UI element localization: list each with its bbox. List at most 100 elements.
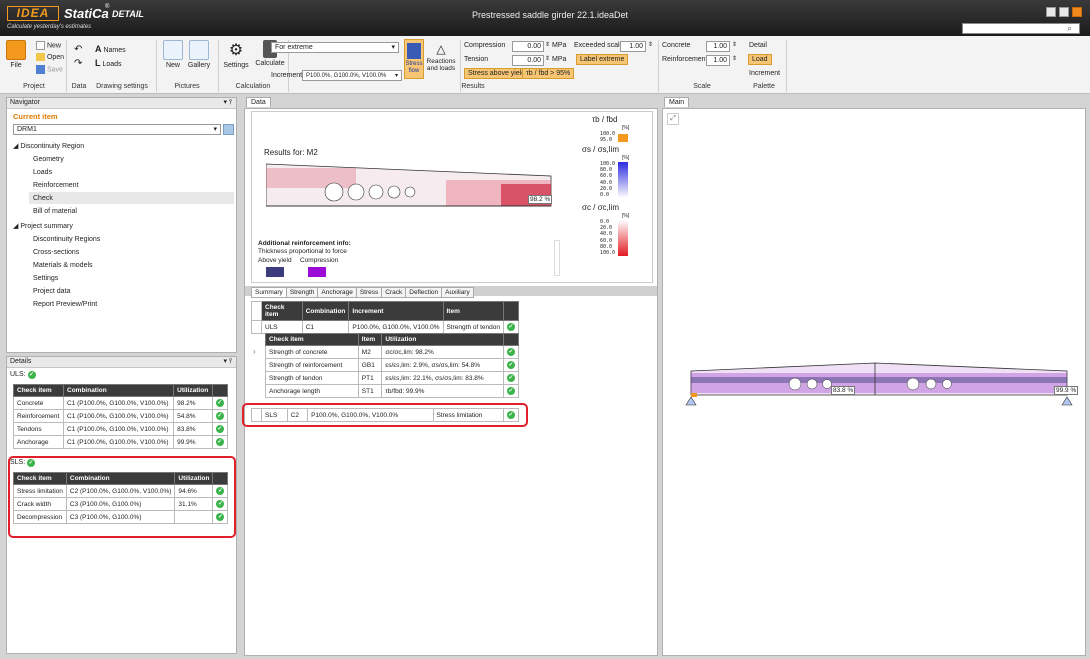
table-row[interactable]: Strength of tendon PT1 εs/εs,lim: 22.1%, σ… xyxy=(265,371,519,385)
compression-spinner[interactable]: ⇕ xyxy=(545,41,550,48)
expand-chevron-icon[interactable]: › xyxy=(253,347,256,356)
redo-icon[interactable]: ↷ xyxy=(74,58,82,69)
compression-unit: MPa xyxy=(552,42,567,49)
tab-strength[interactable]: Strength xyxy=(285,287,319,298)
reinforcement-scale-input[interactable]: 1.00 xyxy=(706,55,730,66)
check-icon: ✓ xyxy=(507,374,515,382)
new-button[interactable]: New xyxy=(36,41,61,50)
table-row[interactable]: Tendons C1 (P100.0%, G100.0%, V100.0%) 83.… xyxy=(13,422,229,436)
extreme-value-label: 98.2 % xyxy=(528,195,553,204)
tab-anchorage[interactable]: Anchorage xyxy=(317,287,357,298)
load-button[interactable]: Load xyxy=(748,54,772,65)
undo-icon[interactable]: ↶ xyxy=(74,44,82,55)
table-row[interactable]: Strength of reinforcement GB1 εs/εs,lim: 2… xyxy=(265,358,519,372)
nav-item-settings[interactable]: Settings xyxy=(33,275,58,282)
sls-highlight-frame xyxy=(8,456,236,538)
file-button[interactable]: File xyxy=(6,40,26,69)
pin-icon[interactable]: ▾ ⫯ xyxy=(223,357,236,367)
reinforcement-spinner[interactable]: ⇕ xyxy=(732,55,737,62)
results-subtabs: Summary Strength Anchorage Stress Crack Defle… xyxy=(251,287,474,298)
names-label: Names xyxy=(103,47,126,54)
reinforcement-scale-label: Reinforcement xyxy=(662,56,708,63)
table-row[interactable]: Strength of concrete M2 σc/σc,lim: 98.2% ✓ xyxy=(265,345,519,359)
nav-item-check[interactable]: Check xyxy=(33,195,53,202)
extreme-select[interactable]: For extreme ▾ xyxy=(271,42,399,53)
stress-flow-icon xyxy=(407,43,421,59)
tension-input[interactable]: 0.00 xyxy=(512,55,544,66)
tab-deflection[interactable]: Deflection xyxy=(405,287,443,298)
new-icon xyxy=(36,41,45,50)
new-picture-button[interactable]: New xyxy=(162,40,184,69)
new-picture-label: New xyxy=(165,62,180,69)
exceeded-scale-spinner[interactable]: ⇕ xyxy=(648,41,653,48)
zoom-extents-icon[interactable]: ⤢ xyxy=(667,113,679,125)
table-row[interactable]: Reinforcement C1 (P100.0%, G100.0%, V100.… xyxy=(13,409,229,423)
tab-crack[interactable]: Crack xyxy=(381,287,407,298)
increment-select[interactable]: P100.0%, G100.0%, V100.0% ▾ xyxy=(302,70,402,81)
legend-tb-ticks: 100.0 95.0 xyxy=(600,131,616,143)
minimize-button[interactable] xyxy=(1046,7,1056,17)
nav-item-loads[interactable]: Loads xyxy=(33,169,52,176)
group-results-label: Results xyxy=(461,83,485,90)
table-row[interactable]: Anchorage C1 (P100.0%, G100.0%, V100.0%) 9… xyxy=(13,435,229,449)
loads-button[interactable]: L Loads xyxy=(95,58,122,68)
open-button[interactable]: Open xyxy=(36,53,64,61)
navigator-title: Navigator xyxy=(10,99,40,106)
details-panel: Details ▾ ⫯ ULS: ✓ Check item Combination U… xyxy=(6,356,237,654)
nav-item-materials[interactable]: Materials & models xyxy=(33,262,93,269)
table-row[interactable]: ULS C1 P100.0%, G100.0%, V100.0% Strength o… xyxy=(251,320,519,334)
check-icon: ✓ xyxy=(215,425,224,433)
tension-spinner[interactable]: ⇕ xyxy=(545,55,550,62)
nav-item-discontinuity-regions[interactable]: Discontinuity Regions xyxy=(33,236,100,243)
tab-stress[interactable]: Stress xyxy=(355,287,383,298)
concrete-spinner[interactable]: ⇕ xyxy=(732,41,737,48)
nav-item-reinforcement[interactable]: Reinforcement xyxy=(33,182,79,189)
pin-icon[interactable]: ▾ ⫯ xyxy=(223,98,236,108)
tab-data[interactable]: Data xyxy=(246,97,271,107)
tab-main[interactable]: Main xyxy=(664,97,690,107)
gallery-button[interactable]: Gallery xyxy=(186,40,212,69)
navigator-header: Navigator ▾ ⫯ xyxy=(7,98,236,109)
label-extreme-button[interactable]: Label extreme xyxy=(576,54,629,65)
nav-section-discontinuity[interactable]: ◢ Discontinuity Region xyxy=(13,142,84,150)
save-button[interactable]: Save xyxy=(36,65,63,74)
add-icon[interactable] xyxy=(223,124,234,135)
table-row[interactable]: Concrete C1 (P100.0%, G100.0%, V100.0%) 98… xyxy=(13,396,229,410)
close-button[interactable] xyxy=(1072,7,1082,17)
reactions-button[interactable]: △ Reactions and loads xyxy=(426,40,456,72)
names-button[interactable]: A Names xyxy=(95,44,126,54)
stress-above-yield-button[interactable]: Stress above yield xyxy=(464,68,530,79)
detail-button[interactable]: Detail xyxy=(749,42,767,49)
nav-item-bill-of-material[interactable]: Bill of material xyxy=(33,208,77,215)
nav-item-cross-sections[interactable]: Cross-sections xyxy=(33,249,79,256)
legend-concrete-title: σc / σc,lim xyxy=(582,203,619,212)
document-title: Prestressed saddle girder 22.1.ideaDet xyxy=(471,10,629,20)
tension-unit: MPa xyxy=(552,56,567,63)
nav-section-project-summary[interactable]: ◢ Project summary xyxy=(13,222,73,230)
table-row[interactable]: Anchorage length ST1 τb/fbd: 99.9% ✓ xyxy=(265,384,519,398)
group-drawing-label: Drawing settings xyxy=(96,83,148,90)
open-folder-icon xyxy=(36,53,45,61)
uls-detail-table: Check item Item Utilization Strength of co… xyxy=(265,333,519,398)
stress-flow-button[interactable]: Stress flow xyxy=(404,39,424,79)
increment-button[interactable]: Increment xyxy=(749,70,780,77)
legend-concrete-unit: [%] xyxy=(622,213,630,219)
nav-item-report[interactable]: Report Preview/Print xyxy=(33,301,97,308)
maximize-button[interactable] xyxy=(1059,7,1069,17)
additional-info-subtitle: Thickness proportional to force xyxy=(258,248,347,255)
compression-input[interactable]: 0.00 xyxy=(512,41,544,52)
nav-item-geometry[interactable]: Geometry xyxy=(33,156,64,163)
gallery-icon xyxy=(189,40,209,60)
search-icon[interactable]: ⌕ xyxy=(1067,23,1072,34)
current-item-select[interactable]: DRM1 ▾ xyxy=(13,124,221,135)
app-logo: IDEA xyxy=(7,6,59,21)
picture-scrollbar[interactable] xyxy=(554,240,560,276)
settings-button[interactable]: ⚙ Settings xyxy=(220,40,252,69)
tb-fbd-button[interactable]: τb / fbd > 95% xyxy=(522,68,575,79)
exceeded-scale-input[interactable]: 1.00 xyxy=(620,41,646,52)
tab-auxiliary[interactable]: Auxiliary xyxy=(441,287,474,298)
search-input[interactable] xyxy=(962,23,1080,34)
nav-item-project-data[interactable]: Project data xyxy=(33,288,70,295)
tab-summary[interactable]: Summary xyxy=(251,287,287,298)
concrete-scale-input[interactable]: 1.00 xyxy=(706,41,730,52)
